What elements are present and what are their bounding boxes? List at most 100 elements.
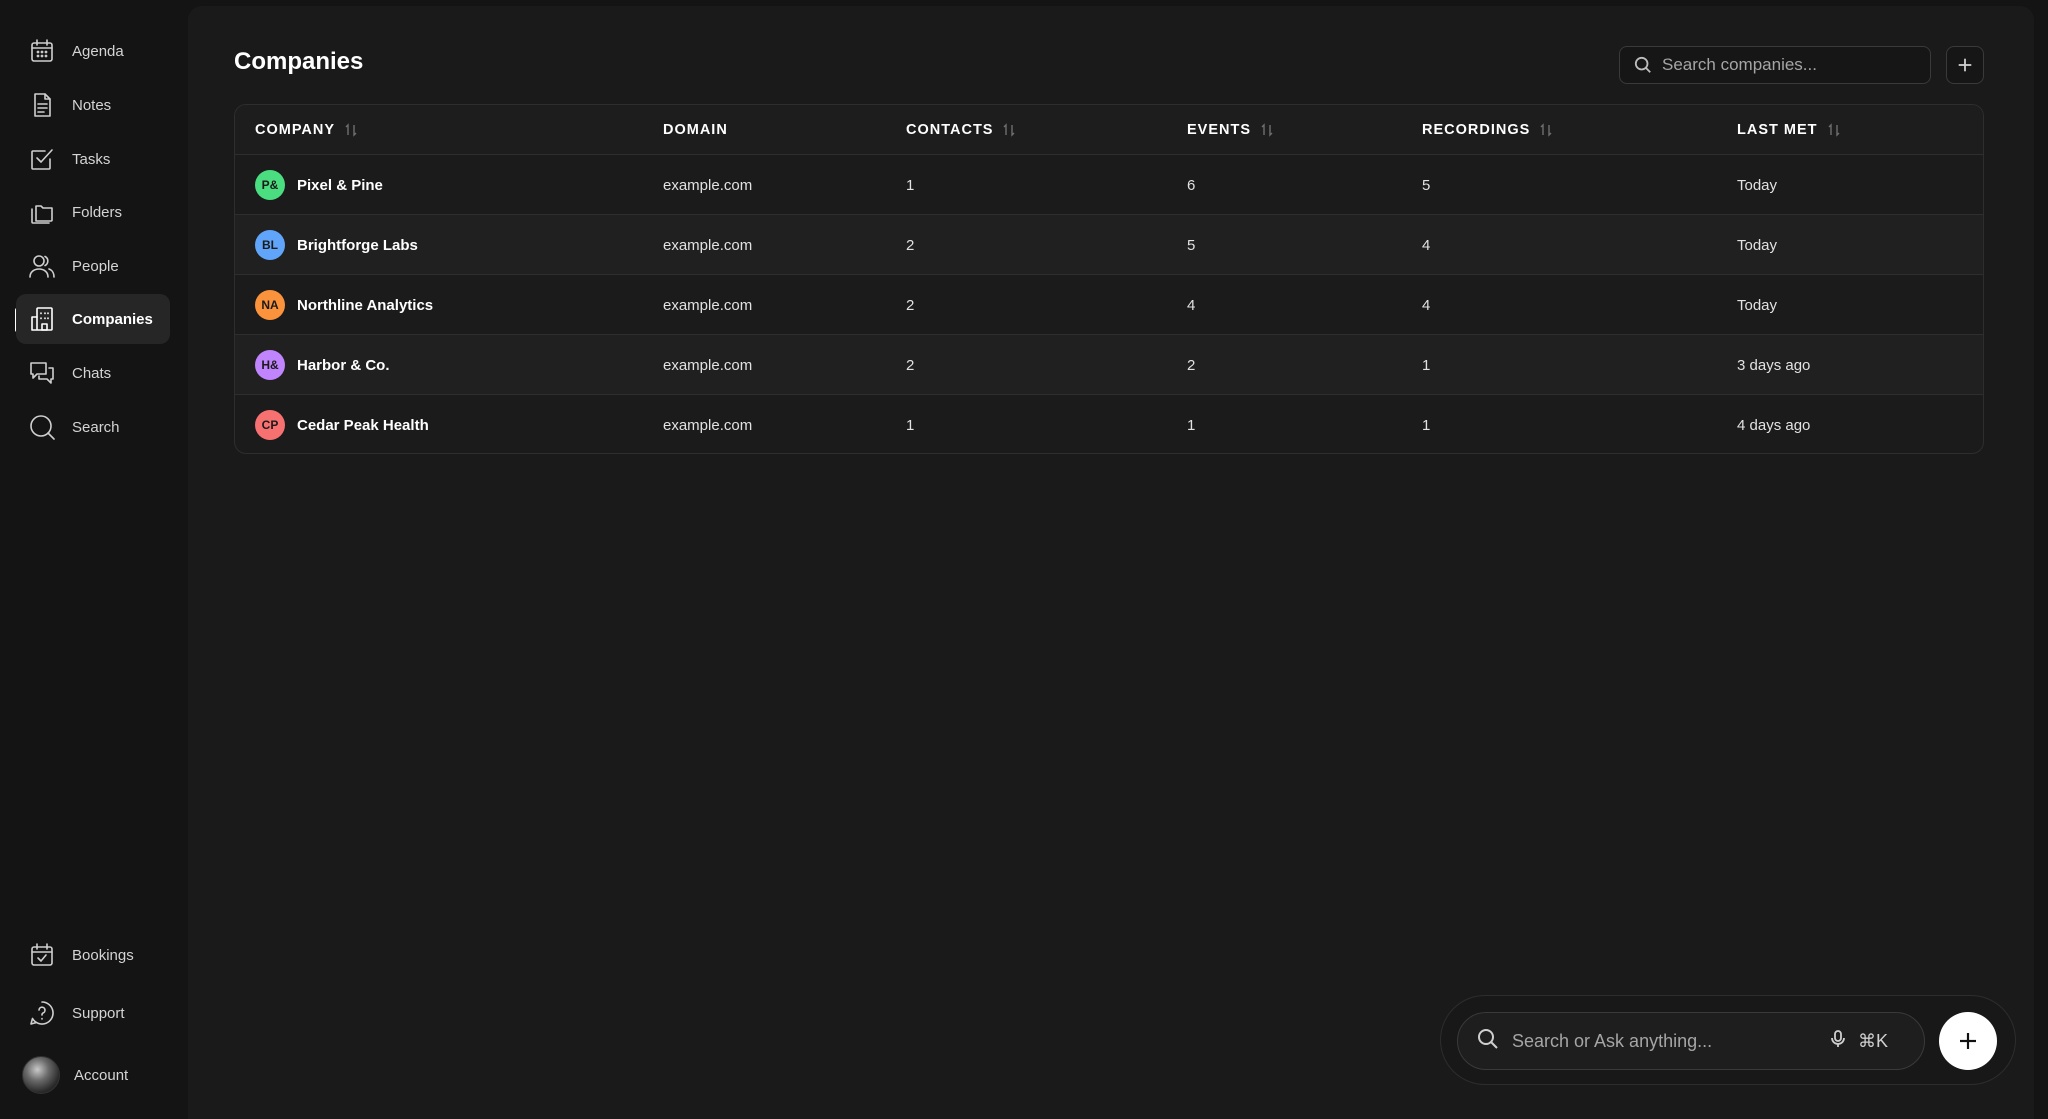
domain-cell: example.com: [663, 416, 753, 434]
sort-icon[interactable]: [1828, 123, 1840, 137]
column-label: COMPANY: [255, 122, 336, 138]
search-icon: [1634, 56, 1651, 73]
company-cell: CP Cedar Peak Health: [255, 395, 429, 453]
people-icon: [28, 252, 56, 280]
table-row[interactable]: H& Harbor & Co. example.com 2 2 1 3 days…: [235, 335, 1983, 395]
company-cell: P& Pixel & Pine: [255, 155, 383, 215]
table-header: COMPANY DOMAIN CONTACTS EVENTS RECORDING…: [235, 105, 1983, 155]
sort-icon[interactable]: [345, 123, 357, 137]
company-cell: NA Northline Analytics: [255, 275, 433, 335]
sidebar-item-account[interactable]: Account: [16, 1050, 170, 1100]
command-input-box[interactable]: ⌘K: [1457, 1012, 1925, 1070]
last-met-cell: Today: [1737, 236, 1778, 254]
command-bar: ⌘K: [1440, 995, 2016, 1085]
domain-cell: example.com: [663, 176, 753, 194]
column-label: CONTACTS: [906, 122, 994, 138]
main-panel: Companies COMPANY DOMAIN CONTACTS: [188, 6, 2034, 1119]
table-row[interactable]: CP Cedar Peak Health example.com 1 1 1 4…: [235, 395, 1983, 453]
help-icon: [28, 999, 56, 1027]
keyboard-shortcut: ⌘K: [1858, 1030, 1889, 1051]
recordings-cell: 4: [1422, 236, 1431, 254]
company-name: Harbor & Co.: [297, 356, 390, 374]
domain-cell: example.com: [663, 236, 753, 254]
new-item-button[interactable]: [1939, 1012, 1997, 1070]
document-icon: [28, 91, 56, 119]
calendar-icon: [28, 37, 56, 65]
sort-icon[interactable]: [1003, 123, 1015, 137]
sidebar-item-label: Notes: [72, 96, 112, 114]
page-title: Companies: [234, 48, 364, 75]
company-cell: BL Brightforge Labs: [255, 215, 418, 275]
last-met-cell: Today: [1737, 176, 1778, 194]
contacts-cell: 1: [906, 416, 915, 434]
search-icon: [1458, 1027, 1512, 1056]
contacts-cell: 2: [906, 296, 915, 314]
contacts-cell: 1: [906, 176, 915, 194]
domain-cell: example.com: [663, 296, 753, 314]
sidebar-item-search[interactable]: Search: [16, 402, 170, 452]
events-cell: 5: [1187, 236, 1196, 254]
company-cell: H& Harbor & Co.: [255, 335, 390, 395]
sidebar-item-companies[interactable]: Companies: [16, 294, 170, 344]
column-label: DOMAIN: [663, 122, 728, 138]
sidebar-item-chats[interactable]: Chats: [16, 348, 170, 398]
microphone-icon[interactable]: [1822, 1029, 1848, 1054]
sidebar-item-label: Folders: [72, 203, 123, 221]
recordings-cell: 1: [1422, 356, 1431, 374]
command-input[interactable]: [1512, 1030, 1822, 1052]
add-company-button[interactable]: [1946, 46, 1984, 84]
table-row[interactable]: P& Pixel & Pine example.com 1 6 5 Today: [235, 155, 1983, 215]
sidebar-item-support[interactable]: Support: [16, 988, 170, 1038]
sidebar-item-label: Tasks: [72, 150, 111, 168]
sidebar-item-bookings[interactable]: Bookings: [16, 930, 170, 980]
column-label: LAST MET: [1737, 122, 1818, 138]
events-cell: 4: [1187, 296, 1196, 314]
column-label: EVENTS: [1187, 122, 1252, 138]
company-avatar: H&: [255, 350, 285, 380]
search-icon: [28, 413, 56, 441]
sidebar-item-label: Search: [72, 418, 120, 436]
search-input[interactable]: [1662, 55, 1912, 75]
avatar: [22, 1056, 60, 1094]
column-header-last-met[interactable]: LAST MET: [1737, 105, 1840, 155]
contacts-cell: 2: [906, 236, 915, 254]
sidebar-item-label: Companies: [72, 310, 153, 328]
table-row[interactable]: BL Brightforge Labs example.com 2 5 4 To…: [235, 215, 1983, 275]
company-avatar: P&: [255, 170, 285, 200]
sidebar-item-notes[interactable]: Notes: [16, 80, 170, 130]
company-name: Northline Analytics: [297, 296, 434, 314]
sidebar-item-label: Bookings: [72, 946, 134, 964]
checkbox-icon: [28, 145, 56, 173]
sidebar-item-agenda[interactable]: Agenda: [16, 26, 170, 76]
column-header-events[interactable]: EVENTS: [1187, 105, 1273, 155]
recordings-cell: 4: [1422, 296, 1431, 314]
contacts-cell: 2: [906, 356, 915, 374]
company-name: Pixel & Pine: [297, 176, 383, 194]
company-search-box[interactable]: [1619, 46, 1931, 84]
sidebar-item-label: People: [72, 257, 119, 275]
table-row[interactable]: NA Northline Analytics example.com 2 4 4…: [235, 275, 1983, 335]
calendar-check-icon: [28, 941, 56, 969]
folders-icon: [28, 198, 56, 226]
sidebar-item-folders[interactable]: Folders: [16, 187, 170, 237]
recordings-cell: 1: [1422, 416, 1431, 434]
company-avatar: CP: [255, 410, 285, 440]
sidebar-item-people[interactable]: People: [16, 241, 170, 291]
events-cell: 6: [1187, 176, 1196, 194]
column-header-contacts[interactable]: CONTACTS: [906, 105, 1015, 155]
sort-icon[interactable]: [1540, 123, 1552, 137]
column-header-recordings[interactable]: RECORDINGS: [1422, 105, 1552, 155]
sidebar-item-label: Agenda: [72, 42, 124, 60]
sidebar-item-tasks[interactable]: Tasks: [16, 134, 170, 184]
last-met-cell: 4 days ago: [1737, 416, 1811, 434]
company-avatar: NA: [255, 290, 285, 320]
company-name: Brightforge Labs: [297, 236, 418, 254]
column-header-domain: DOMAIN: [663, 105, 728, 155]
column-header-company[interactable]: COMPANY: [255, 105, 357, 155]
plus-icon: [1960, 1033, 1976, 1049]
domain-cell: example.com: [663, 356, 753, 374]
recordings-cell: 5: [1422, 176, 1431, 194]
sidebar-item-label: Account: [74, 1066, 129, 1084]
sort-icon[interactable]: [1261, 123, 1273, 137]
companies-table: COMPANY DOMAIN CONTACTS EVENTS RECORDING…: [234, 104, 1984, 454]
